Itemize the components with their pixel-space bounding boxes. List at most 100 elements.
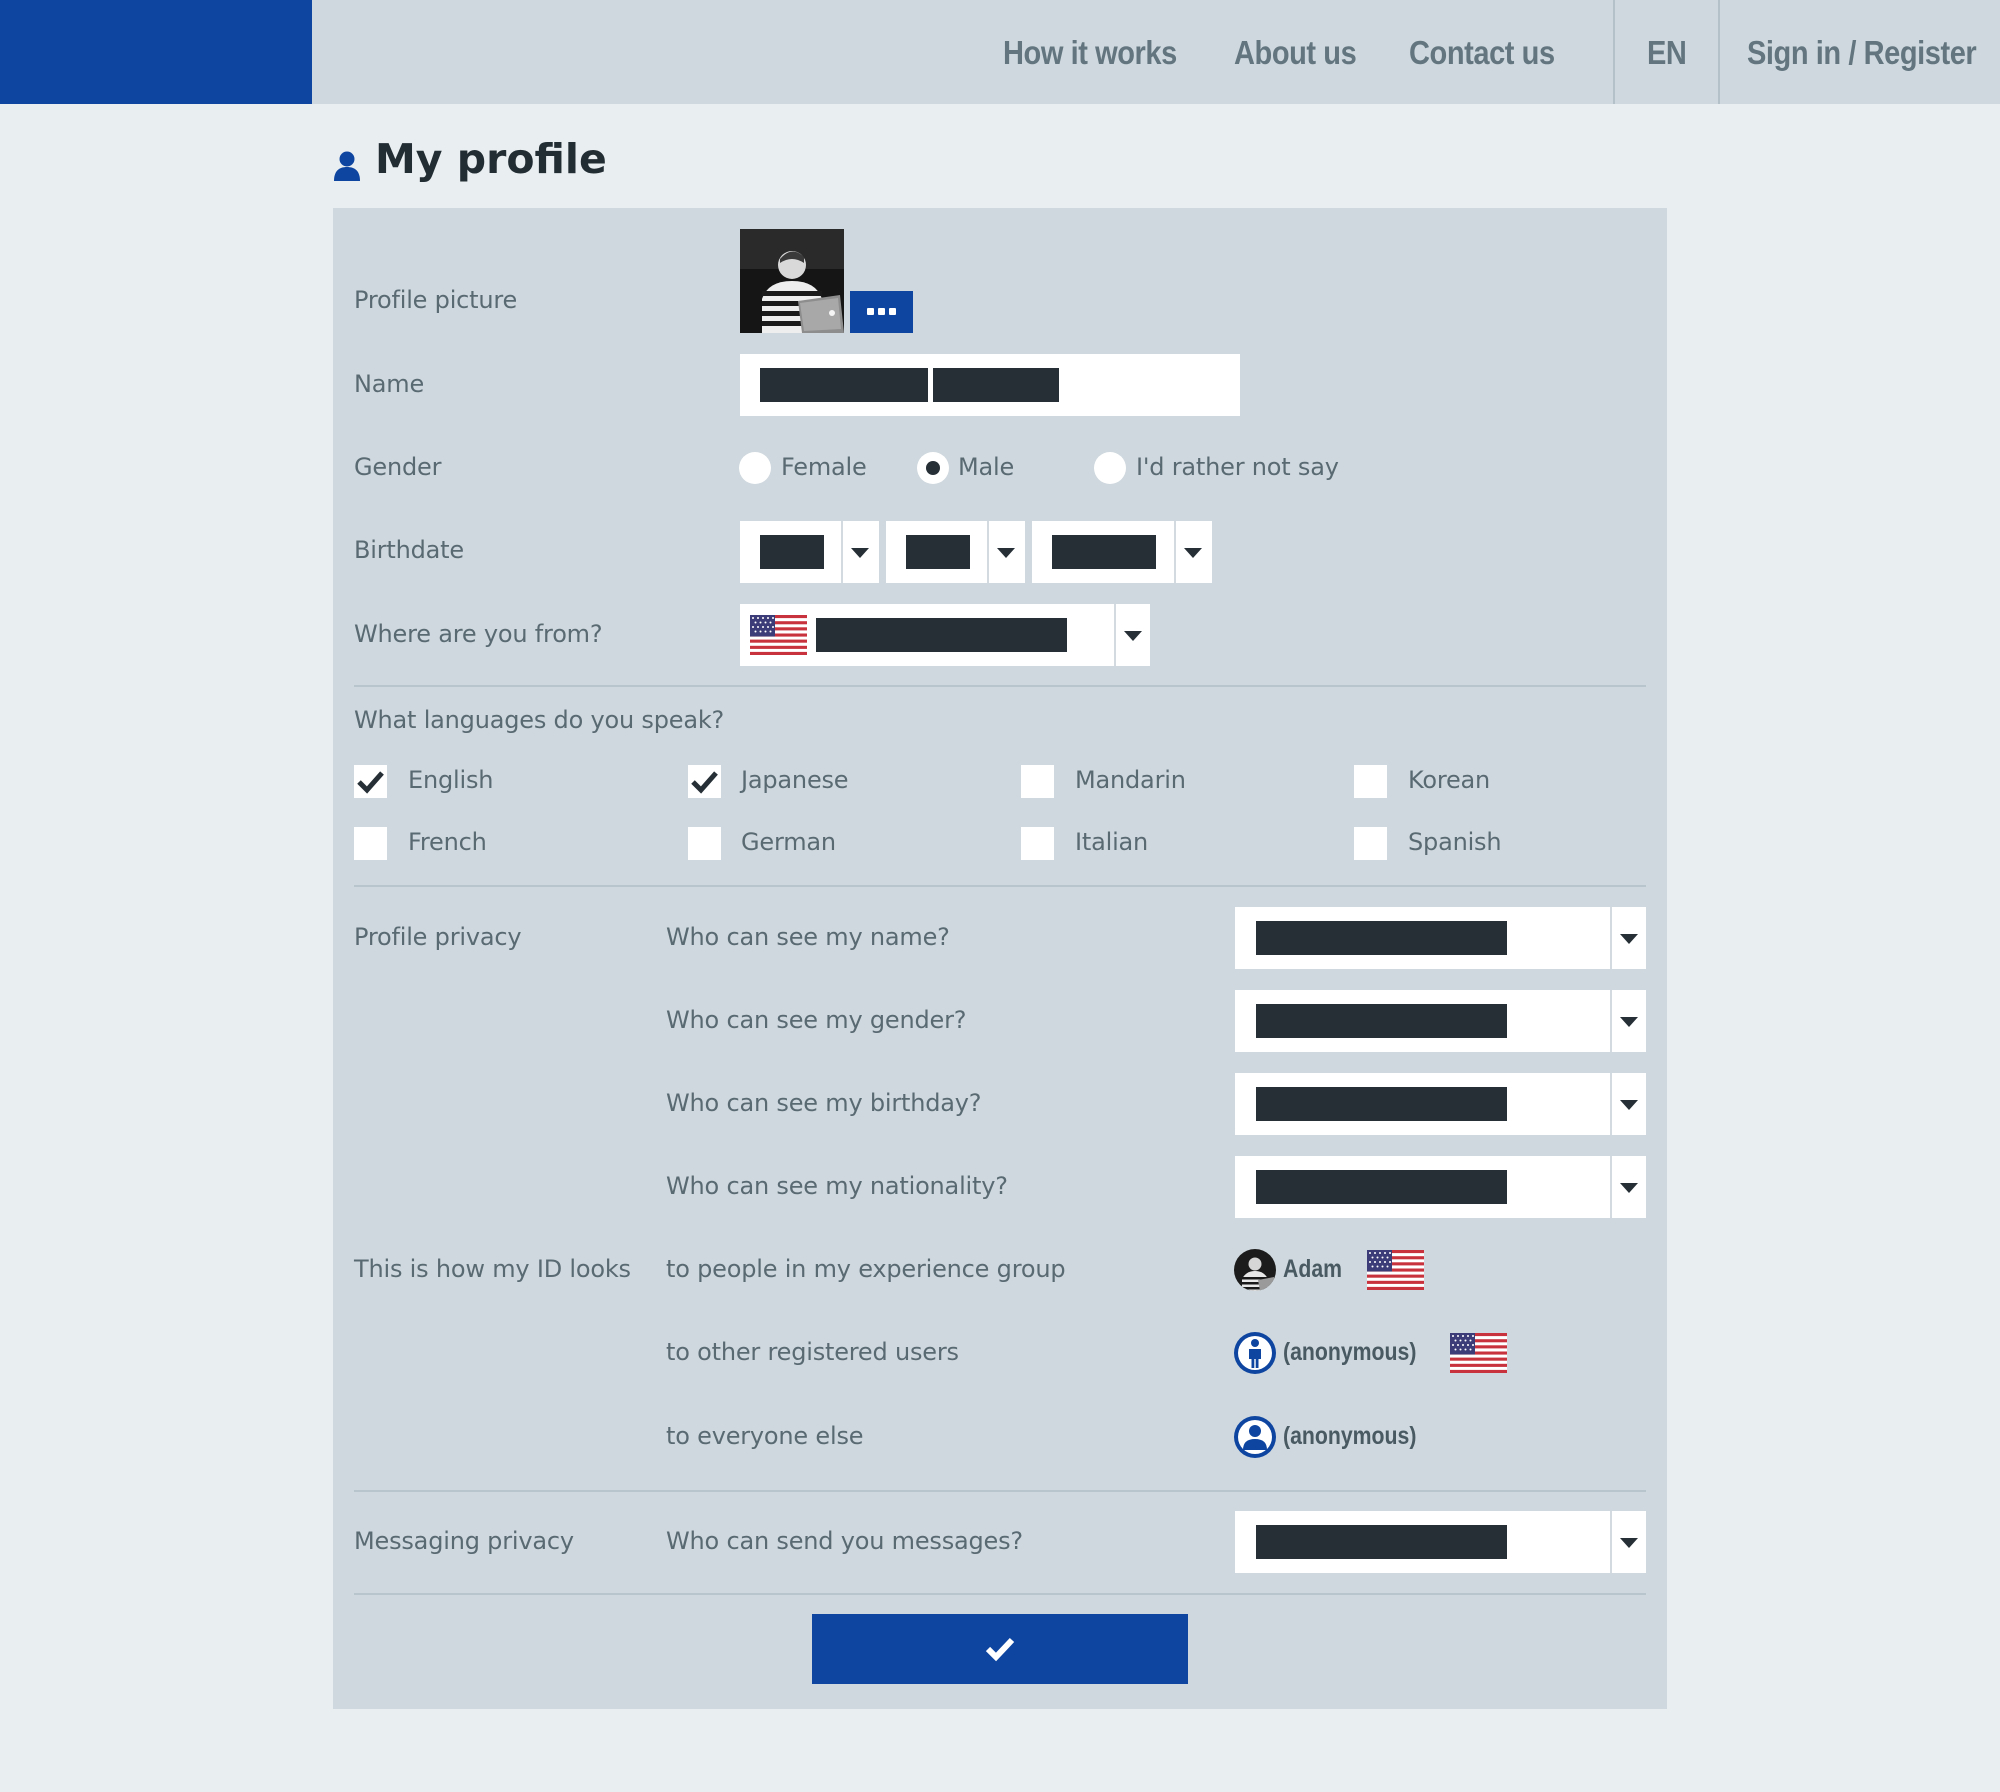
change-picture-button[interactable] xyxy=(850,291,913,333)
privacy-name-select[interactable] xyxy=(1235,907,1646,969)
user-icon xyxy=(334,151,360,181)
privacy-name-question: Who can see my name? xyxy=(666,923,950,951)
gender-male-label[interactable]: Male xyxy=(958,453,1014,481)
privacy-nationality-question: Who can see my nationality? xyxy=(666,1172,1008,1200)
messaging-privacy-label: Messaging privacy xyxy=(354,1527,574,1555)
id-display-name-group: Adam xyxy=(1283,1255,1343,1283)
language-english-label[interactable]: English xyxy=(408,766,493,794)
id-display-name-everyone: (anonymous) xyxy=(1283,1422,1417,1450)
id-display-name-registered: (anonymous) xyxy=(1283,1338,1417,1366)
anonymous-person-icon xyxy=(1234,1332,1276,1374)
section-divider xyxy=(354,885,1646,887)
chevron-down-icon xyxy=(1174,521,1210,583)
language-korean-label[interactable]: Korean xyxy=(1408,766,1490,794)
page-title: My profile xyxy=(375,135,607,183)
language-french-checkbox[interactable] xyxy=(354,827,387,860)
chevron-down-icon xyxy=(987,521,1023,583)
language-japanese-checkbox[interactable] xyxy=(688,765,721,798)
name-input[interactable] xyxy=(740,354,1240,416)
nav-contact-us[interactable]: Contact us xyxy=(1409,0,1555,104)
birth-month-select[interactable] xyxy=(886,521,1025,583)
birthdate-label: Birthdate xyxy=(354,536,464,564)
chevron-down-icon xyxy=(1610,907,1646,969)
privacy-birthday-select[interactable] xyxy=(1235,1073,1646,1135)
redacted-last-name xyxy=(933,368,1059,402)
privacy-gender-question: Who can see my gender? xyxy=(666,1006,967,1034)
id-everyone-audience: to everyone else xyxy=(666,1422,864,1450)
language-italian-checkbox[interactable] xyxy=(1021,827,1054,860)
nav-how-it-works[interactable]: How it works xyxy=(1003,0,1177,104)
checkmark-icon xyxy=(357,771,384,794)
redacted-value xyxy=(1256,921,1507,955)
top-navigation-bar: How it works About us Contact us EN Sign… xyxy=(0,0,2000,104)
chevron-down-icon xyxy=(841,521,877,583)
us-flag-icon xyxy=(1367,1250,1424,1290)
section-divider xyxy=(354,685,1646,687)
language-mandarin-label[interactable]: Mandarin xyxy=(1075,766,1186,794)
anonymous-user-icon xyxy=(1234,1416,1276,1458)
country-select[interactable] xyxy=(740,604,1150,666)
chevron-down-icon xyxy=(1610,1073,1646,1135)
nav-divider xyxy=(1718,0,1720,104)
redacted-value xyxy=(1256,1087,1507,1121)
more-dots-icon xyxy=(878,308,885,315)
language-italian-label[interactable]: Italian xyxy=(1075,828,1148,856)
language-german-label[interactable]: German xyxy=(741,828,836,856)
profile-privacy-label: Profile privacy xyxy=(354,923,522,951)
gender-label: Gender xyxy=(354,453,442,481)
chevron-down-icon xyxy=(1610,1156,1646,1218)
gender-male-radio[interactable] xyxy=(917,452,949,484)
section-divider xyxy=(354,1593,1646,1595)
section-divider xyxy=(354,1490,1646,1492)
redacted-month xyxy=(906,535,970,569)
privacy-gender-select[interactable] xyxy=(1235,990,1646,1052)
language-german-checkbox[interactable] xyxy=(688,827,721,860)
us-flag-icon xyxy=(750,615,807,655)
language-english-checkbox[interactable] xyxy=(354,765,387,798)
redacted-day xyxy=(760,535,824,569)
gender-female-label[interactable]: Female xyxy=(781,453,867,481)
brand-logo[interactable] xyxy=(0,0,312,104)
language-korean-checkbox[interactable] xyxy=(1354,765,1387,798)
id-preview-label: This is how my ID looks xyxy=(354,1255,631,1283)
language-spanish-checkbox[interactable] xyxy=(1354,827,1387,860)
name-label: Name xyxy=(354,370,425,398)
languages-label: What languages do you speak? xyxy=(354,706,725,734)
birth-year-select[interactable] xyxy=(1032,521,1212,583)
redacted-value xyxy=(1256,1170,1507,1204)
gender-not-say-label[interactable]: I'd rather not say xyxy=(1136,453,1339,481)
checkmark-icon xyxy=(691,771,718,794)
language-japanese-label[interactable]: Japanese xyxy=(741,766,849,794)
redacted-country xyxy=(816,618,1067,652)
chevron-down-icon xyxy=(1610,1511,1646,1573)
redacted-value xyxy=(1256,1525,1507,1559)
redacted-first-name xyxy=(760,368,928,402)
country-label: Where are you from? xyxy=(354,620,603,648)
birth-day-select[interactable] xyxy=(740,521,879,583)
nav-about-us[interactable]: About us xyxy=(1234,0,1357,104)
profile-picture-thumbnail[interactable] xyxy=(740,229,844,333)
id-registered-audience: to other registered users xyxy=(666,1338,959,1366)
nav-divider xyxy=(1613,0,1615,104)
more-dots-icon xyxy=(867,308,874,315)
gender-female-radio[interactable] xyxy=(739,452,771,484)
save-button[interactable] xyxy=(812,1614,1188,1684)
privacy-nationality-select[interactable] xyxy=(1235,1156,1646,1218)
chevron-down-icon xyxy=(1610,990,1646,1052)
language-french-label[interactable]: French xyxy=(408,828,487,856)
chevron-down-icon xyxy=(1114,604,1150,666)
checkmark-icon xyxy=(985,1637,1015,1662)
profile-picture-label: Profile picture xyxy=(354,286,518,314)
language-spanish-label[interactable]: Spanish xyxy=(1408,828,1502,856)
redacted-year xyxy=(1052,535,1156,569)
language-mandarin-checkbox[interactable] xyxy=(1021,765,1054,798)
messaging-privacy-select[interactable] xyxy=(1235,1511,1646,1573)
id-group-audience: to people in my experience group xyxy=(666,1255,1066,1283)
gender-not-say-radio[interactable] xyxy=(1094,452,1126,484)
more-dots-icon xyxy=(889,308,896,315)
us-flag-icon xyxy=(1450,1333,1507,1373)
privacy-birthday-question: Who can see my birthday? xyxy=(666,1089,982,1117)
avatar xyxy=(1234,1249,1276,1291)
language-switcher[interactable]: EN xyxy=(1647,0,1687,104)
sign-in-register-link[interactable]: Sign in / Register xyxy=(1747,0,1977,104)
